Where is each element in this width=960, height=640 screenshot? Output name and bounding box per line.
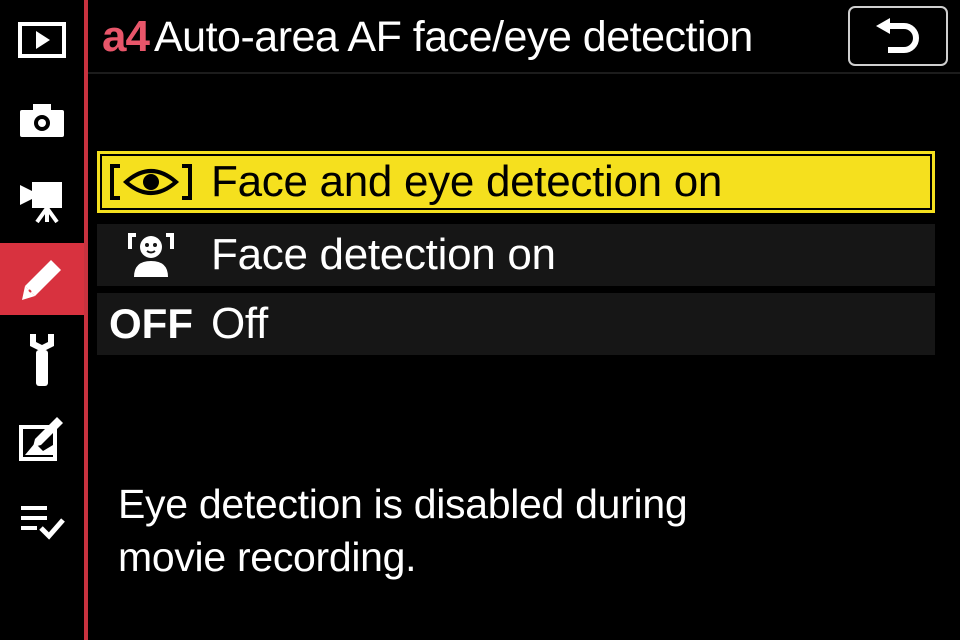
option-off[interactable]: OFF Off (97, 293, 935, 355)
sidebar-item-retouch[interactable] (0, 402, 84, 474)
option-icon-wrap: OFF (103, 293, 199, 355)
my-menu-icon (21, 506, 65, 540)
back-button[interactable] (848, 6, 948, 66)
option-label: Off (211, 299, 268, 348)
option-icon-wrap (103, 154, 199, 210)
sidebar-item-setup[interactable] (0, 324, 84, 396)
photo-shooting-menu-icon (20, 104, 64, 137)
help-text: Eye detection is disabled during movie r… (118, 478, 918, 584)
option-label: Face detection on (211, 230, 556, 279)
help-text-line-1: Eye detection is disabled during (118, 481, 688, 527)
sidebar-item-photo-shooting[interactable] (0, 84, 84, 156)
option-icon-wrap (103, 224, 199, 286)
page-title: Auto-area AF face/eye detection (154, 13, 753, 61)
sidebar-item-movie-shooting[interactable] (0, 164, 84, 236)
sidebar-item-custom-settings[interactable] (0, 243, 84, 315)
option-face-detection[interactable]: Face detection on (97, 224, 935, 286)
menu-header: a4 Auto-area AF face/eye detection (88, 0, 960, 72)
face-eye-detection-icon (110, 164, 192, 200)
option-face-eye-detection[interactable]: Face and eye detection on (97, 151, 935, 213)
return-arrow-icon (876, 18, 919, 53)
setup-wrench-icon (30, 334, 54, 386)
help-text-line-2: movie recording. (118, 534, 417, 580)
playback-menu-icon (18, 22, 66, 58)
movie-shooting-menu-icon (20, 182, 62, 224)
menu-sidebar (0, 0, 84, 640)
off-icon: OFF (109, 300, 193, 347)
menu-item-code: a4 (102, 12, 150, 61)
sidebar-item-playback[interactable] (0, 4, 84, 76)
custom-settings-pencil-icon (22, 260, 61, 300)
retouch-menu-icon (19, 417, 63, 461)
sidebar-item-my-menu[interactable] (0, 484, 84, 556)
sidebar-divider (84, 0, 88, 640)
face-detection-icon (128, 233, 174, 277)
option-label: Face and eye detection on (211, 157, 723, 206)
header-divider (88, 72, 960, 74)
